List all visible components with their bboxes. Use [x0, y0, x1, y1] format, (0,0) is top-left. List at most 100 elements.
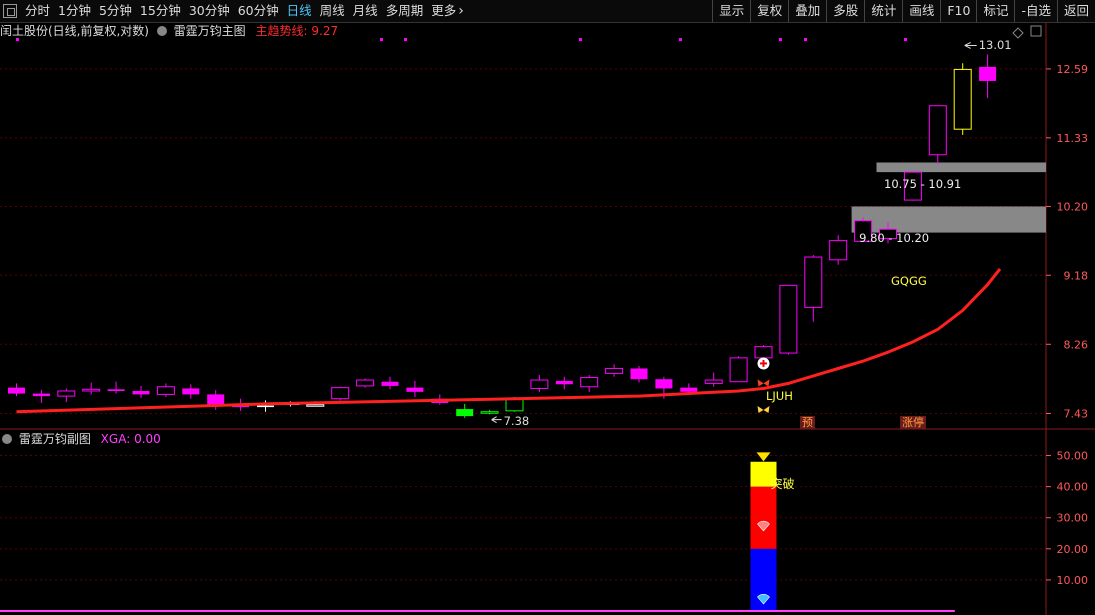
candle-body-up — [953, 68, 972, 130]
limit-up-tag[interactable]: 涨停 — [900, 416, 926, 429]
support-zone — [876, 162, 1046, 173]
candle-body-up — [331, 387, 350, 400]
candle-body-down — [555, 380, 573, 385]
candle-body-up — [779, 284, 798, 354]
candle-body-up — [704, 379, 723, 384]
candle-body-up — [82, 388, 101, 392]
period-tab[interactable]: 30分钟 — [185, 0, 234, 22]
period-tabs: 分时 1分钟 5分钟 15分钟 30分钟 60分钟 日线 周线 月线 多周期 更多 › — [0, 0, 464, 22]
candle-body-down — [680, 387, 698, 392]
y-axis-tick-label: 7.43 — [1064, 407, 1089, 420]
toolbar-button[interactable]: 多股 — [826, 0, 864, 22]
candle-body-up — [156, 386, 175, 395]
candle-body-down — [630, 368, 648, 380]
toolbar-actions: 显示 复权 叠加 多股 统计 画线 F10 标记 -自选 返回 — [712, 0, 1095, 22]
signal-dot — [679, 38, 682, 41]
signal-dot — [404, 38, 407, 41]
toolbar-button[interactable]: 显示 — [712, 0, 750, 22]
candle-body-up — [729, 357, 748, 383]
butterfly-icon-red — [757, 379, 770, 387]
window-icon[interactable] — [3, 4, 17, 18]
more-arrow-icon[interactable]: › — [458, 3, 464, 19]
period-tab[interactable]: 5分钟 — [95, 0, 136, 22]
sub-indicator-settings-icon[interactable] — [2, 434, 12, 444]
candle-body-down — [257, 405, 274, 408]
blue-diamond-icon — [757, 594, 770, 605]
sub-y-axis-tick-label: 10.00 — [1057, 574, 1089, 587]
sub-indicator-bar — [750, 486, 777, 549]
sub-y-axis-tick-label: 20.00 — [1057, 543, 1089, 556]
low-price-label: 7.38 — [503, 413, 530, 428]
sub-y-axis-tick-label: 40.00 — [1057, 481, 1089, 494]
indicator-settings-icon[interactable] — [156, 26, 167, 36]
sub-y-axis-tick-label: 30.00 — [1057, 512, 1089, 525]
main-indicator-name[interactable]: 雷霆万钧主图 — [174, 24, 246, 38]
forecast-tag[interactable]: 预 — [800, 416, 815, 429]
support-zone — [851, 206, 1046, 233]
y-axis-tick-label: 9.18 — [1064, 269, 1089, 282]
candle-body-up — [829, 240, 848, 261]
period-tab[interactable]: 日线 — [283, 0, 316, 22]
high-pointer-arrow — [964, 42, 977, 49]
candle-body-up — [505, 398, 524, 412]
low-pointer-arrow — [491, 416, 502, 424]
trend-line-label: 主趋势线: — [255, 24, 308, 38]
candle-body-up — [281, 402, 300, 405]
candle-body-up — [754, 346, 773, 359]
toolbar-button[interactable]: -自选 — [1014, 0, 1057, 22]
maximize-icon — [1030, 25, 1042, 37]
diamond-marker-icon — [1012, 27, 1024, 39]
candle-body-up — [530, 379, 549, 389]
candle-body-down — [32, 393, 50, 397]
candle-body-down — [431, 398, 449, 403]
candle-body-down — [456, 409, 474, 417]
candle-body-up — [580, 377, 599, 388]
zone-label-lower: 9.80 - 10.20 — [859, 231, 930, 246]
period-toolbar: 分时 1分钟 5分钟 15分钟 30分钟 60分钟 日线 周线 月线 多周期 更多 › 显示 复权 叠加多… — [0, 0, 1095, 23]
signal-dot — [579, 38, 582, 41]
toolbar-button[interactable]: 复权 — [750, 0, 788, 22]
candle-body-up — [306, 404, 325, 407]
period-tab[interactable]: 60分钟 — [234, 0, 283, 22]
candle-body-down — [182, 388, 200, 395]
main-legend: 闰土股份(日线,前复权,对数) 雷霆万钧主图 主趋势线: 9.27 — [0, 23, 338, 39]
sub-indicator-name[interactable]: 雷霆万钧副图 — [19, 432, 91, 446]
toolbar-button[interactable]: 标记 — [976, 0, 1014, 22]
ljuh-signal-label: LJUH — [766, 389, 793, 403]
kline-chart: 12.59 11.33 10.20 9.18 8.26 7.43 50.00 40.00 30.… — [0, 22, 1095, 615]
signal-dot — [380, 38, 383, 41]
toolbar-button[interactable]: F10 — [940, 0, 976, 22]
candle-body-down — [8, 387, 25, 394]
y-axis-tick-label: 12.59 — [1057, 63, 1089, 76]
zone-label-upper: 10.75 - 10.91 — [884, 177, 962, 192]
butterfly-icon-gold — [757, 405, 770, 413]
toolbar-button[interactable]: 画线 — [902, 0, 940, 22]
signal-dot — [804, 38, 807, 41]
period-tab[interactable]: 月线 — [349, 0, 382, 22]
buy-signal-circle — [757, 357, 770, 370]
breakout-label: 突破 — [770, 477, 795, 492]
candle-body-up — [356, 379, 375, 387]
high-price-label: 13.01 — [978, 38, 1012, 53]
y-axis-tick-label: 10.20 — [1057, 200, 1089, 213]
candle-body-up — [480, 411, 499, 414]
red-diamond-icon — [757, 520, 770, 532]
period-tab[interactable]: 15分钟 — [136, 0, 185, 22]
period-tab[interactable]: 多周期 — [382, 0, 428, 22]
toolbar-button[interactable]: 统计 — [864, 0, 902, 22]
candle-body-up — [605, 367, 624, 374]
xga-value: 0.00 — [134, 432, 161, 446]
period-tab[interactable]: 更多 — [427, 0, 460, 22]
candle-body-down — [107, 389, 125, 391]
period-tab[interactable]: 1分钟 — [54, 0, 95, 22]
period-tab[interactable]: 周线 — [316, 0, 349, 22]
xga-label: XGA: — [100, 432, 131, 446]
candle-body-down — [381, 381, 399, 386]
gqgg-signal-label: GQGG — [891, 274, 927, 288]
y-axis-tick-label: 8.26 — [1064, 338, 1089, 351]
breakout-arrow-icon — [756, 452, 771, 462]
period-tab[interactable]: 分时 — [21, 0, 54, 22]
toolbar-button[interactable]: 返回 — [1056, 0, 1095, 22]
toolbar-button[interactable]: 叠加 — [788, 0, 826, 22]
sub-legend: 雷霆万钧副图 XGA: 0.00 — [0, 431, 161, 447]
